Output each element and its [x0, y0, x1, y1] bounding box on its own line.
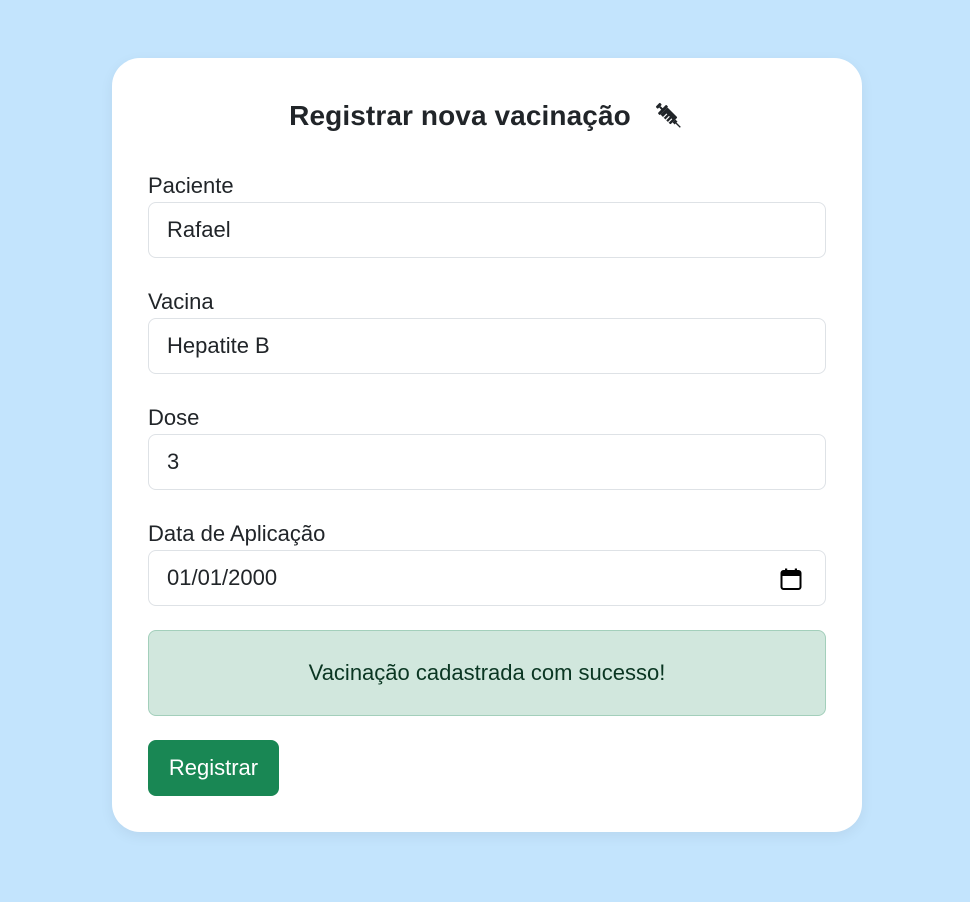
register-button[interactable]: Registrar	[148, 740, 279, 796]
dose-input-value: 3	[167, 449, 180, 474]
application-date-value: 01/01/2000	[167, 565, 278, 590]
dose-input[interactable]: 3	[148, 434, 826, 490]
vaccine-input-value: Hepatite B	[167, 333, 270, 358]
calendar-icon[interactable]	[779, 567, 803, 591]
patient-input[interactable]: Rafael	[148, 202, 826, 258]
application-date-label: Data de Aplicação	[148, 521, 326, 546]
vaccine-input[interactable]: Hepatite B	[148, 318, 826, 374]
form-header: Registrar nova vacinação	[112, 96, 862, 136]
vaccination-form-card: Registrar nova vacinação Paciente Rafael…	[112, 58, 862, 832]
syringe-icon	[655, 102, 681, 128]
vaccine-label: Vacina	[148, 289, 214, 314]
success-alert: Vacinação cadastrada com sucesso!	[148, 630, 826, 716]
patient-input-value: Rafael	[167, 217, 231, 242]
register-button-label: Registrar	[168, 755, 259, 780]
patient-label: Paciente	[148, 173, 234, 198]
success-alert-message: Vacinação cadastrada com sucesso!	[308, 660, 666, 685]
form-title: Registrar nova vacinação	[289, 100, 631, 131]
dose-label: Dose	[148, 405, 200, 430]
application-date-input[interactable]: 01/01/2000	[148, 550, 826, 606]
